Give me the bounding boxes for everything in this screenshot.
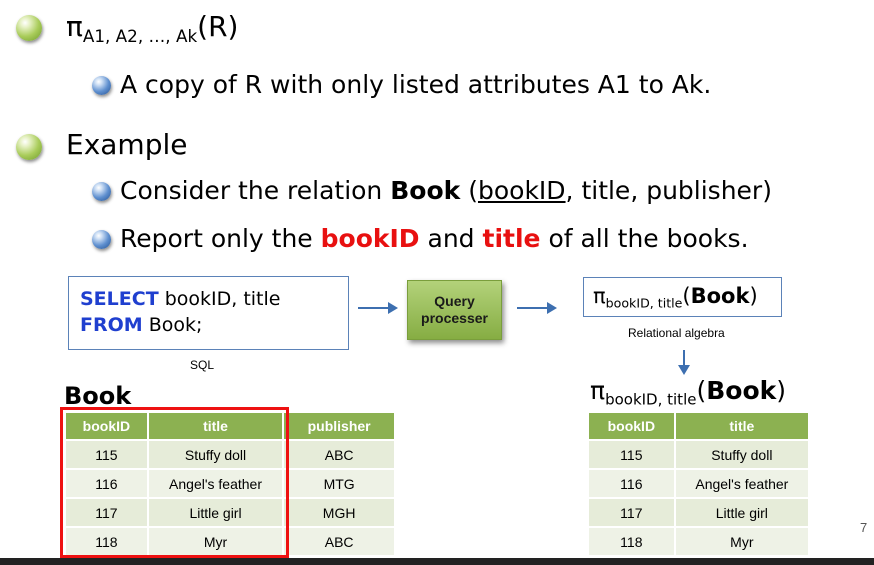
algebra-box: πbookID, title(Book) <box>583 277 782 317</box>
algebra-relation: Book <box>690 284 750 308</box>
algebra-caption: Relational algebra <box>628 326 725 340</box>
relation-name: Book <box>390 176 461 205</box>
page-number: 7 <box>860 520 868 535</box>
sub-bullet-orb-icon <box>92 76 111 95</box>
paren-open: ( <box>460 176 478 205</box>
select-columns: bookID, title <box>158 288 281 310</box>
algebra-expression: πbookID, title(Book) <box>593 283 758 316</box>
report-mid: and <box>419 224 483 253</box>
arrow-down-icon <box>678 350 690 375</box>
from-table: Book; <box>142 314 203 336</box>
query-processor-box: Query processer <box>407 280 502 340</box>
result-subscript: bookID, title <box>605 390 697 409</box>
report-text: Report only the <box>120 224 321 253</box>
bullet-orb-icon <box>16 15 42 41</box>
selection-highlight-frame <box>60 407 289 558</box>
table-cell: MGH <box>283 497 396 527</box>
result-relation: Book <box>706 376 777 405</box>
projection-argument: (R) <box>197 10 239 43</box>
sql-box: SELECT bookID, title FROM Book; <box>68 276 349 350</box>
column-header: title <box>674 413 811 440</box>
sql-code: SELECT bookID, title FROM Book; <box>80 286 280 338</box>
arrow-right-icon <box>517 302 557 314</box>
paren-close: ) <box>776 376 787 405</box>
table-row: 116 Angel's feather <box>589 468 811 498</box>
table-cell: 116 <box>589 468 676 498</box>
highlight-title: title <box>482 224 541 253</box>
table-cell: Little girl <box>674 497 811 527</box>
example-heading: Example <box>66 128 188 161</box>
projection-expression: πA1, A2, …, Ak(R) <box>66 10 238 53</box>
table-cell: ABC <box>283 526 396 555</box>
column-header: publisher <box>283 413 396 440</box>
processor-line2: processer <box>421 310 488 326</box>
table-cell: Stuffy doll <box>674 439 811 469</box>
processor-line1: Query <box>434 293 475 309</box>
bottom-divider <box>0 558 874 565</box>
table-cell: 115 <box>589 439 676 469</box>
bullet-orb-icon <box>16 134 42 160</box>
report-post: of all the books. <box>540 224 749 253</box>
table-cell: 118 <box>589 526 676 555</box>
book-table-title: Book <box>64 382 132 410</box>
table-cell: Myr <box>674 526 811 555</box>
report-line: Report only the bookID and title of all … <box>120 224 749 254</box>
primary-key: bookID <box>477 176 566 205</box>
pi-symbol: π <box>590 376 606 405</box>
table-row: 115 Stuffy doll <box>589 439 811 469</box>
select-keyword: SELECT <box>80 288 159 310</box>
table-row: 118 Myr <box>589 526 811 555</box>
consider-line: Consider the relation Book (bookID, titl… <box>120 176 772 206</box>
table-cell: ABC <box>283 439 396 469</box>
sub-bullet-orb-icon <box>92 182 111 201</box>
sql-caption: SQL <box>190 358 215 372</box>
highlight-bookid: bookID <box>320 224 420 253</box>
result-table: bookID title 115 Stuffy doll 116 Angel's… <box>589 413 811 555</box>
paren-open: ( <box>696 376 707 405</box>
paren-open: ( <box>682 284 691 308</box>
algebra-subscript: bookID, title <box>605 295 683 311</box>
table-cell: MTG <box>283 468 396 498</box>
consider-rest: , title, publisher) <box>565 176 772 205</box>
pi-symbol: π <box>66 10 83 43</box>
from-keyword: FROM <box>80 314 143 336</box>
table-cell: 117 <box>589 497 676 527</box>
sub-bullet-orb-icon <box>92 230 111 249</box>
column-header: bookID <box>589 413 676 440</box>
table-row: 117 Little girl <box>589 497 811 527</box>
projection-description: A copy of R with only listed attributes … <box>120 70 712 99</box>
projection-subscript: A1, A2, …, Ak <box>82 25 198 46</box>
pi-symbol: π <box>593 284 606 308</box>
table-cell: Angel's feather <box>674 468 811 498</box>
consider-text: Consider the relation <box>120 176 391 205</box>
result-expression: πbookID, title(Book) <box>590 376 786 414</box>
paren-close: ) <box>749 284 758 308</box>
arrow-right-icon <box>358 302 398 314</box>
